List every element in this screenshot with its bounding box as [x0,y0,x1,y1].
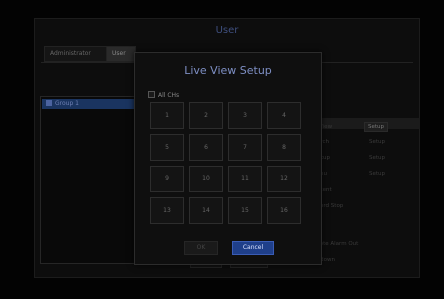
live-view-setup-dialog: Live View Setup All CHs 1 2 3 4 5 6 7 8 … [134,52,322,265]
permission-setup-button[interactable]: Setup [369,171,385,177]
permission-setup-button[interactable]: Setup [369,139,385,145]
channel-cell[interactable]: 12 [267,165,301,193]
permission-setup-button[interactable]: Setup [364,122,389,132]
tab-administrator[interactable]: Administrator [44,46,108,62]
group-label: Group 1 [55,100,79,107]
all-chs-checkbox[interactable]: All CHs [148,91,179,99]
dialog-cancel-button[interactable]: Cancel [232,241,274,255]
user-window-title: User [215,25,239,36]
checkbox-icon [148,91,155,98]
dialog-ok-button[interactable]: OK [184,241,218,255]
channel-cell[interactable]: 4 [267,102,301,129]
screen: User Administrator User Group 1 a 1 r Vi… [0,0,444,299]
channel-grid: 1 2 3 4 5 6 7 8 9 10 11 12 13 14 15 16 [150,102,301,224]
channel-cell[interactable]: 2 [189,102,223,129]
channel-cell[interactable]: 6 [189,133,223,161]
dialog-title: Live View Setup [184,64,272,77]
permission-setup-button[interactable]: Setup [369,155,385,161]
channel-cell[interactable]: 14 [189,197,223,224]
channel-cell[interactable]: 8 [267,133,301,161]
group-icon [46,100,52,106]
channel-cell[interactable]: 15 [228,197,262,224]
all-chs-label: All CHs [158,92,180,99]
channel-cell[interactable]: 5 [150,133,184,161]
channel-cell[interactable]: 10 [189,165,223,193]
channel-cell[interactable]: 1 [150,102,184,129]
channel-cell[interactable]: 7 [228,133,262,161]
channel-cell[interactable]: 13 [150,197,184,224]
channel-cell[interactable]: 16 [267,197,301,224]
channel-cell[interactable]: 3 [228,102,262,129]
tab-user[interactable]: User [106,46,136,62]
channel-cell[interactable]: 11 [228,165,262,193]
channel-cell[interactable]: 9 [150,165,184,193]
